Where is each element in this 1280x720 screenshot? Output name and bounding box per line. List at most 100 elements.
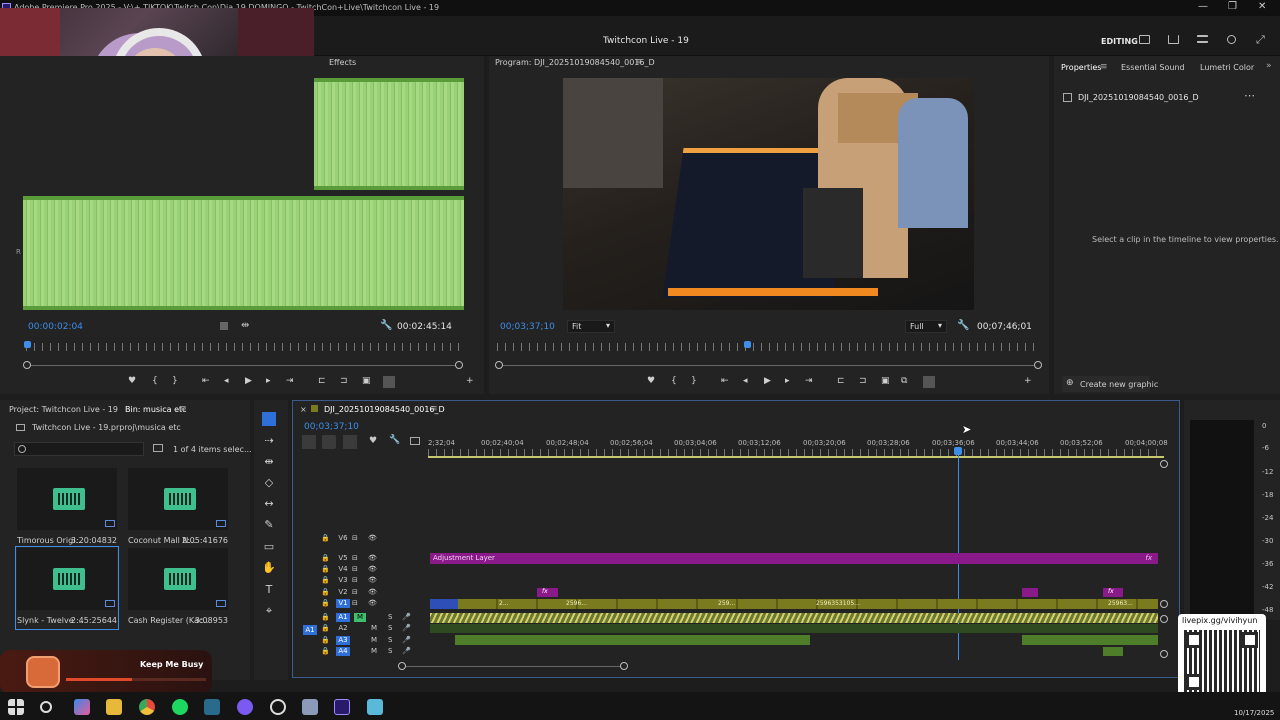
search-icon[interactable] [40,701,52,713]
program-out-icon[interactable]: } [691,376,697,386]
source-insert-icon[interactable]: ⇹ [241,320,249,331]
settings-wrench-icon[interactable]: 🔧 [389,435,400,445]
fullscreen-icon[interactable]: ⤢ [1256,33,1265,47]
v2-clip[interactable]: fx [1103,588,1123,597]
timeline-vscroll-knob[interactable] [1160,600,1168,608]
workspace-label[interactable]: EDITING [1101,37,1138,46]
pen-tool-icon[interactable]: ✎ [262,518,276,532]
eye-icon[interactable]: 👁 [368,554,377,562]
timeline-work-area-bar[interactable] [428,456,1164,458]
program-step-fwd-icon[interactable]: ▸ [785,376,790,386]
obs-icon[interactable] [270,699,286,715]
source-tab-effects[interactable]: Effects [329,58,356,67]
program-zoom-left-knob[interactable] [495,361,503,369]
program-playhead[interactable] [744,341,751,348]
mute-button[interactable]: M [371,636,377,644]
timeline-timecode[interactable]: 00;03;37;10 [304,422,359,432]
program-step-back-icon[interactable]: ◂ [743,376,748,386]
track-header-a4[interactable]: 🔒 A4 M S 🎤 [296,647,428,657]
timeline-close-icon[interactable]: × [300,405,307,414]
mic-icon[interactable]: 🎤 [402,613,411,621]
hand-tool-icon[interactable]: ✋ [262,561,276,575]
a3-clip[interactable] [455,635,810,645]
type-tool-icon[interactable]: T [262,583,276,597]
nest-icon[interactable] [302,435,316,449]
slip-tool-icon[interactable]: ↔ [262,497,276,511]
track-header-v5[interactable]: 🔒 V5 ⊟ 👁 [296,554,428,564]
rectangle-tool-icon[interactable]: ▭ [262,540,276,554]
timeline-vscroll-knob[interactable] [1160,460,1168,468]
sync-icon[interactable]: ⊟ [352,588,358,596]
lock-icon[interactable]: 🔒 [321,624,330,632]
v1-clip[interactable] [430,599,458,609]
chrome-icon[interactable] [139,699,155,715]
snap-icon[interactable] [322,435,336,449]
source-zoom-right-knob[interactable] [455,361,463,369]
tab-overflow-icon[interactable]: » [1266,61,1272,71]
timeline-hscroll-left-knob[interactable] [398,662,406,670]
search-icon[interactable] [1227,35,1236,44]
razor-tool-icon[interactable]: ◇ [262,476,276,490]
eye-icon[interactable]: 👁 [368,599,377,607]
track-header-v3[interactable]: 🔒 V3 ⊟ 👁 [296,576,428,586]
program-tab[interactable]: Program: DJI_20251019084540_0016_D [495,58,655,67]
program-zoom-bar[interactable] [501,365,1037,366]
track-header-a2[interactable]: 🔒 A2 M S 🎤 [296,624,428,634]
lock-icon[interactable]: 🔒 [321,599,330,607]
tab-essential-sound[interactable]: Essential Sound [1121,63,1185,72]
program-extract-button[interactable]: ⊐ [859,376,867,386]
source-in-icon[interactable]: { [152,376,158,386]
windows-start-icon[interactable] [8,699,24,715]
spotify-icon[interactable] [172,699,188,715]
close-button[interactable]: ✕ [1258,1,1266,12]
captions-icon[interactable] [410,437,420,445]
program-in-icon[interactable]: { [671,376,677,386]
discord-icon[interactable] [237,699,253,715]
lock-icon[interactable]: 🔒 [321,576,330,584]
track-select-tool-icon[interactable]: ⇢ [262,434,276,448]
program-lift-button[interactable]: ⊏ [837,376,845,386]
app-icon[interactable] [302,699,318,715]
track-header-v1[interactable]: 🔒 V1 ⊟ 👁 [296,599,428,609]
restore-button[interactable]: ❐ [1228,1,1237,12]
program-timecode[interactable]: 00;03;37;10 [500,322,555,332]
eye-icon[interactable]: 👁 [368,588,377,596]
program-button-editor-icon[interactable] [923,376,935,388]
source-playhead[interactable] [24,341,31,348]
premiere-taskbar-icon[interactable] [334,699,350,715]
a3-clip[interactable] [1022,635,1158,645]
mic-icon[interactable]: 🎤 [402,624,411,632]
v2-clip[interactable]: fx [537,588,558,597]
track-header-v6[interactable]: 🔒 V6 ⊟ 👁 [296,534,428,544]
solo-button[interactable]: S [388,624,392,632]
mute-button[interactable]: M [371,647,377,655]
program-zoom-right-knob[interactable] [1034,361,1042,369]
selection-tool-icon[interactable] [262,412,276,426]
minimize-button[interactable]: — [1198,1,1208,12]
project-item[interactable]: Cash Register (Kac... 3:08953 [128,548,228,628]
program-go-in-icon[interactable]: ⇤ [721,376,729,386]
eye-icon[interactable]: 👁 [368,565,377,573]
source-out-icon[interactable]: } [172,376,178,386]
bin-tab[interactable]: Bin: musica etc [125,405,187,414]
mic-icon[interactable]: 🎤 [402,636,411,644]
timeline-tab[interactable]: DJI_20251019084540_0016_D [324,405,445,414]
terminal-icon[interactable] [204,699,220,715]
source-zoom-left-knob[interactable] [23,361,31,369]
lock-icon[interactable]: 🔒 [321,636,330,644]
source-marker-icon[interactable]: ♥ [128,376,136,386]
timeline-hscroll-bar[interactable] [402,666,624,667]
project-item[interactable]: Timorous Origi... 3:20:04832 [17,468,117,548]
quick-export-icon[interactable] [1197,35,1208,43]
source-timecode[interactable]: 00:00:02:04 [28,322,83,332]
mic-icon[interactable]: 🎤 [402,647,411,655]
project-search-input[interactable] [14,442,144,456]
marker-icon[interactable]: ♥ [369,436,377,446]
tab-properties[interactable]: Properties [1061,63,1101,72]
lock-icon[interactable]: 🔒 [321,565,330,573]
tab-lumetri-color[interactable]: Lumetri Color [1200,63,1254,72]
program-fit-dropdown[interactable]: Fit ▾ [567,320,615,333]
program-go-out-icon[interactable]: ⇥ [805,376,813,386]
lock-icon[interactable]: 🔒 [321,588,330,596]
program-marker-icon[interactable]: ♥ [647,376,655,386]
